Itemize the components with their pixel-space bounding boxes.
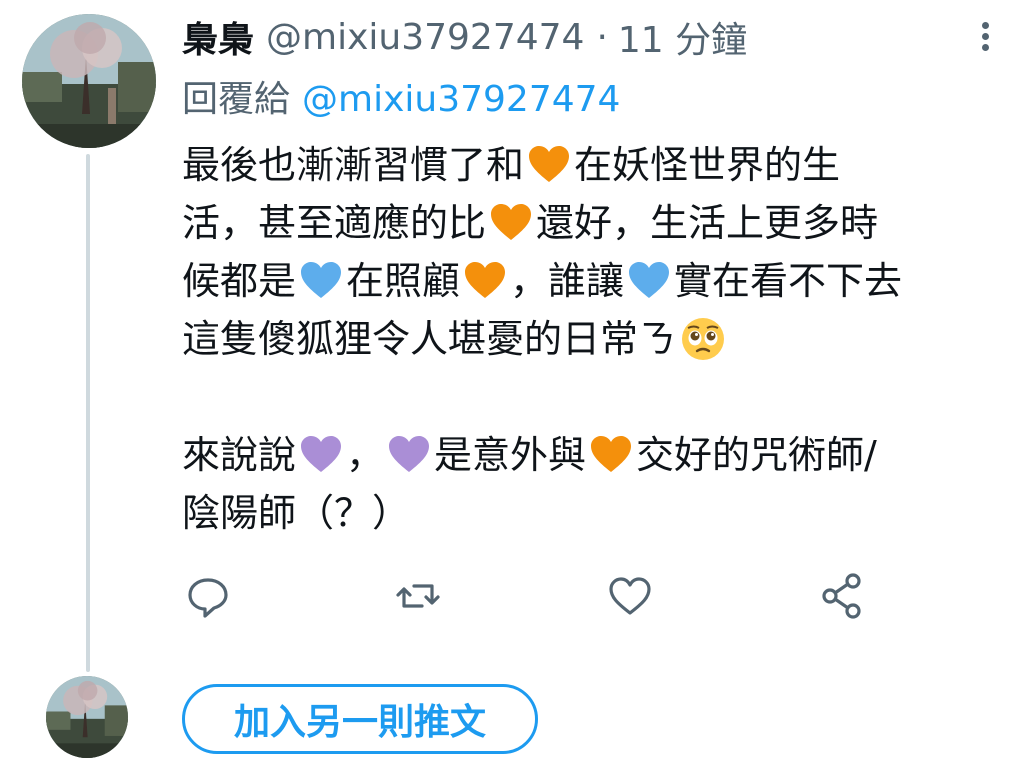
- pleading-face-icon: [680, 316, 726, 362]
- orange-heart-icon: [589, 434, 633, 474]
- share-button[interactable]: [818, 570, 866, 622]
- purple-heart-icon: [299, 434, 343, 474]
- reply-prefix: 回覆給: [182, 79, 291, 120]
- user-handle[interactable]: @mixiu37927474: [266, 17, 584, 58]
- composer-avatar[interactable]: [46, 676, 128, 758]
- more-options-button[interactable]: [968, 14, 1002, 58]
- orange-heart-icon: [463, 260, 507, 300]
- add-another-tweet-button[interactable]: 加入另一則推文: [182, 684, 538, 754]
- thread-connector-line: [86, 154, 90, 672]
- reply-handle-link[interactable]: @mixiu37927474: [302, 79, 620, 120]
- tweet-header: 梟梟 @mixiu37927474 · 11 分鐘: [182, 12, 747, 62]
- avatar[interactable]: [22, 14, 156, 148]
- avatar-image: [46, 676, 128, 758]
- blue-heart-icon: [627, 260, 671, 300]
- timestamp[interactable]: 11 分鐘: [618, 11, 747, 63]
- tweet-actions: [182, 570, 882, 622]
- orange-heart-icon: [527, 144, 571, 184]
- tweet-line: 候都是 在照顧 ，誰讓 實在看不下去: [182, 259, 903, 303]
- tweet-line: 來說說，是意外與 交好的咒術師/: [182, 433, 877, 477]
- more-options-icon: [982, 22, 989, 29]
- avatar-image: [22, 14, 156, 148]
- retweet-button[interactable]: [394, 570, 442, 622]
- like-button[interactable]: [606, 570, 654, 622]
- replying-to: 回覆給 @mixiu37927474: [182, 70, 620, 122]
- separator-dot: ·: [596, 16, 608, 58]
- tweet-text: 最後也漸漸習慣了和 在妖怪世界的生 活，甚至適應的比 還好，生活上更多時 候都是 在照…: [182, 136, 1002, 542]
- purple-heart-icon: [387, 434, 431, 474]
- tweet-line: 陰陽師（？）: [182, 491, 411, 535]
- reply-button[interactable]: [184, 570, 232, 622]
- tweet-line: 這隻傻狐狸令人堪憂的日常ㄋ: [182, 310, 1002, 368]
- orange-heart-icon: [489, 202, 533, 242]
- tweet-line: 最後也漸漸習慣了和 在妖怪世界的生: [182, 143, 841, 187]
- display-name[interactable]: 梟梟: [182, 11, 254, 63]
- retweet-icon: [396, 584, 440, 608]
- tweet-line: 活，甚至適應的比 還好，生活上更多時: [182, 201, 879, 245]
- share-icon: [822, 573, 861, 619]
- like-icon: [609, 577, 651, 615]
- reply-icon: [188, 578, 228, 618]
- blue-heart-icon: [299, 260, 343, 300]
